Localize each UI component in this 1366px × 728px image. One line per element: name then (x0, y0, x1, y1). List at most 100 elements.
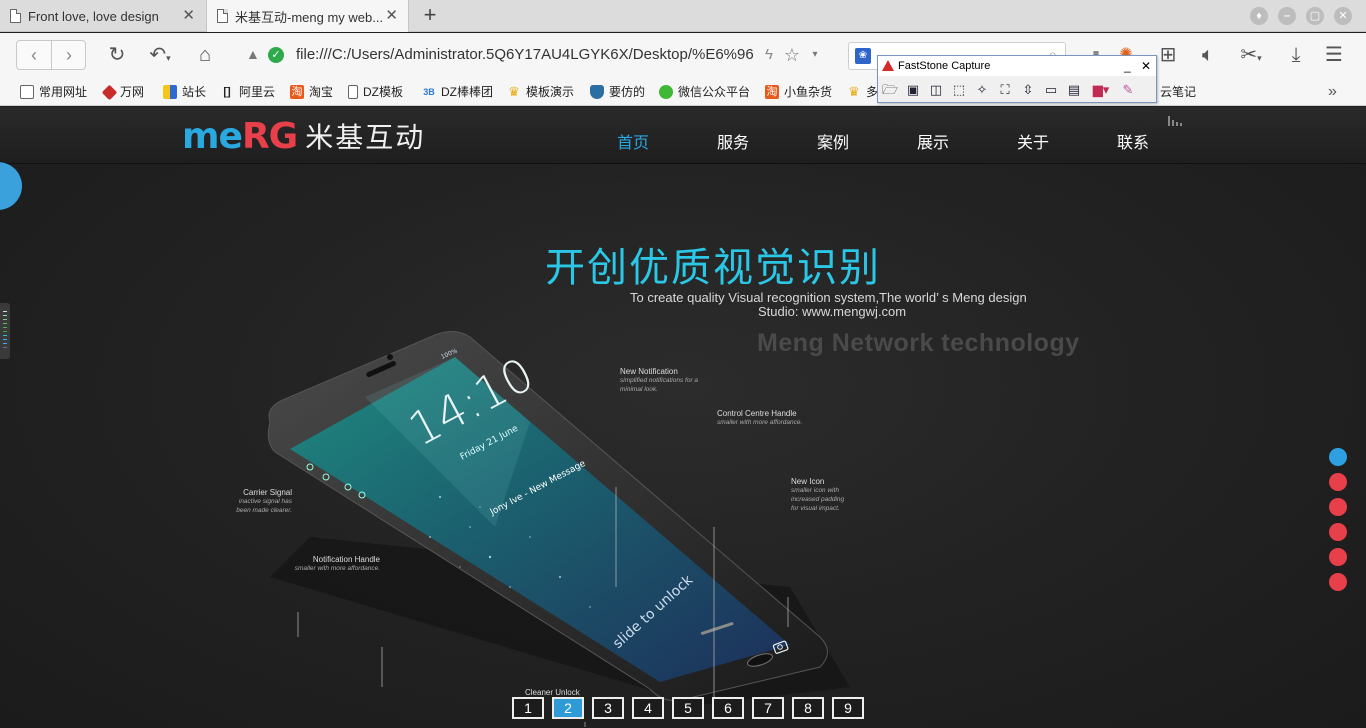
tab-mengwj[interactable]: 米基互动-meng my web... ✕ (206, 0, 409, 32)
bookmark-item[interactable]: 微信公众平台 (659, 82, 750, 102)
skin-icon[interactable]: ♦ (1250, 7, 1268, 25)
bookmark-item[interactable]: 要仿的 (590, 82, 645, 102)
close-window-button[interactable]: ✕ (1334, 7, 1352, 25)
page-button[interactable]: 4 (632, 697, 664, 719)
site-logo[interactable]: meRG 米基互动 (182, 116, 425, 157)
close-tab-icon[interactable]: ✕ (385, 8, 398, 23)
page-button[interactable]: 7 (752, 697, 784, 719)
zhanzhang-icon (163, 85, 177, 99)
annotation-notification-handle: Notification Handle smaller with more aff… (294, 555, 380, 572)
tab-title: Front love, love design (28, 8, 159, 24)
annotation-control-centre: Control Centre Handle smaller with more a… (717, 409, 803, 426)
capture-fixed-region-icon[interactable]: ▭ (1041, 80, 1061, 100)
settings-icon[interactable]: ✎ (1118, 80, 1138, 100)
faststone-capture-toolbar[interactable]: FastStone Capture _ ✕ 🗁︎ ▣ ◫ ⬚ ✧ ⛶ ⇳ ▭ ▤… (877, 55, 1157, 103)
hero-title: 开创优质视觉识别 (545, 246, 881, 290)
nav-services[interactable]: 服务 (717, 129, 749, 153)
minimize-window-button[interactable]: – (1278, 7, 1296, 25)
bookmark-item[interactable]: 淘淘宝 (290, 82, 333, 102)
bookmark-item[interactable]: 常用网址 (20, 82, 87, 102)
bookmarks-more-button[interactable]: » (1328, 82, 1337, 102)
capture-fullscreen-icon[interactable]: ⛶ (995, 80, 1015, 100)
site-header: meRG 米基互动 首页 服务 案例 展示 关于 联系 (0, 107, 1366, 164)
undo-close-icon[interactable]: ↶▾ (142, 42, 178, 68)
capture-window-icon[interactable]: ▣ (903, 80, 923, 100)
phone-illustration: 14:10 Friday 21 June Jony Ive - New Mess… (267, 331, 850, 727)
trophy-icon: ♛ (508, 84, 520, 99)
maximize-window-button[interactable]: ▢ (1306, 7, 1324, 25)
nav-showcase[interactable]: 展示 (917, 129, 949, 153)
bookmark-item[interactable]: 3B DZ棒棒团 (422, 82, 493, 102)
screen-recorder-icon[interactable]: ▤ (1064, 80, 1084, 100)
page-button[interactable]: 6 (712, 697, 744, 719)
security-warning-icon[interactable]: ▲ (246, 46, 260, 62)
page-button[interactable]: 2 (552, 697, 584, 719)
new-tab-button[interactable]: + (416, 4, 444, 28)
baidu-icon[interactable]: ❀ (855, 48, 871, 64)
nav-button-group: ‹ › (16, 40, 86, 70)
slider-dot[interactable] (1329, 448, 1347, 466)
tab-title: 米基互动-meng my web... (235, 9, 384, 25)
logo-chinese-name: 米基互动 (305, 122, 426, 153)
apps-grid-icon[interactable]: ⊞ (1156, 42, 1180, 68)
bookmark-item[interactable]: ♛ 模板演示 (507, 82, 574, 102)
lightning-icon[interactable]: ϟ (760, 42, 778, 68)
faststone-titlebar[interactable]: FastStone Capture _ ✕ (878, 56, 1156, 76)
page-button[interactable]: 5 (672, 697, 704, 719)
slider-dot[interactable] (1329, 548, 1347, 566)
wechat-icon (659, 85, 673, 99)
bookmark-item[interactable]: 淘小鱼杂货 (765, 82, 832, 102)
home-icon[interactable]: ⌂ (192, 42, 218, 68)
wanwang-icon (101, 84, 118, 100)
back-button[interactable]: ‹ (17, 44, 51, 68)
bookmark-item[interactable]: 云笔记 (1160, 82, 1196, 102)
close-tab-icon[interactable]: ✕ (182, 8, 195, 23)
page-button[interactable]: 8 (792, 697, 824, 719)
side-bubble-button[interactable] (0, 162, 22, 210)
stats-icon[interactable] (1168, 116, 1184, 126)
document-icon (10, 9, 21, 23)
capture-object-icon[interactable]: ◫ (926, 80, 946, 100)
bookmark-item[interactable]: 站长 (163, 82, 206, 102)
slider-dot[interactable] (1329, 573, 1347, 591)
taobao-icon: 淘 (765, 85, 779, 99)
download-icon[interactable]: ⤓ (1284, 42, 1308, 68)
star-bookmark-icon[interactable]: ☆ (782, 42, 802, 68)
nav-cases[interactable]: 案例 (817, 129, 849, 153)
page-button[interactable]: 9 (832, 697, 864, 719)
scissors-icon[interactable]: ✂▾ (1234, 42, 1268, 68)
capture-scrolling-icon[interactable]: ⇳ (1018, 80, 1038, 100)
capture-rectangle-icon[interactable]: ⬚ (949, 80, 969, 100)
bookmark-item[interactable]: 万网 (101, 82, 144, 102)
slider-dot[interactable] (1329, 498, 1347, 516)
url-text[interactable]: file:///C:/Users/Administrator.5Q6Y17AU4… (296, 46, 754, 63)
nav-home[interactable]: 首页 (617, 129, 649, 153)
tab-front-love[interactable]: Front love, love design ✕ (0, 0, 205, 32)
slider-dot[interactable] (1329, 473, 1347, 491)
output-dropdown-icon[interactable]: ▆▾ (1087, 80, 1115, 100)
page-button[interactable]: 1 (512, 697, 544, 719)
page-button[interactable]: 3 (592, 697, 624, 719)
nav-about[interactable]: 关于 (1017, 129, 1049, 153)
faststone-minimize-button[interactable]: _ (1124, 56, 1131, 76)
bookmark-item[interactable]: DZ模板 (348, 82, 403, 102)
menu-icon[interactable]: ☰ (1322, 42, 1346, 68)
forward-button[interactable]: › (52, 44, 86, 68)
bookmarks-bar: 常用网址 万网 站长 [] 阿里云 淘淘宝 DZ模板 3B DZ棒棒团 ♛ 模板演示 … (0, 78, 1366, 106)
open-folder-icon[interactable]: 🗁︎ (880, 80, 900, 100)
bookmark-item[interactable]: ♛ 多 (847, 82, 878, 102)
slider-dot[interactable] (1329, 523, 1347, 541)
trophy-icon: ♛ (848, 84, 860, 99)
faststone-close-button[interactable]: ✕ (1141, 56, 1151, 76)
shield-check-icon[interactable]: ✓ (268, 47, 284, 63)
annotation-new-icon: New Icon smaller icon with increased padd… (791, 477, 845, 512)
address-bar[interactable]: ▲ ✓ file:///C:/Users/Administrator.5Q6Y1… (236, 39, 836, 71)
nav-contact[interactable]: 联系 (1117, 129, 1149, 153)
side-level-meter[interactable] (0, 303, 10, 359)
dropdown-arrow-icon[interactable]: ▾ (808, 42, 822, 68)
capture-freehand-icon[interactable]: ✧ (972, 80, 992, 100)
browser-toolbar: ‹ › ↻ ↶▾ ⌂ ▲ ✓ file:///C:/Users/Administ… (0, 33, 1366, 78)
bookmark-item[interactable]: [] 阿里云 (220, 82, 275, 102)
volume-icon[interactable]: 🔈︎ (1196, 42, 1220, 68)
reload-icon[interactable]: ↻ (104, 42, 130, 68)
